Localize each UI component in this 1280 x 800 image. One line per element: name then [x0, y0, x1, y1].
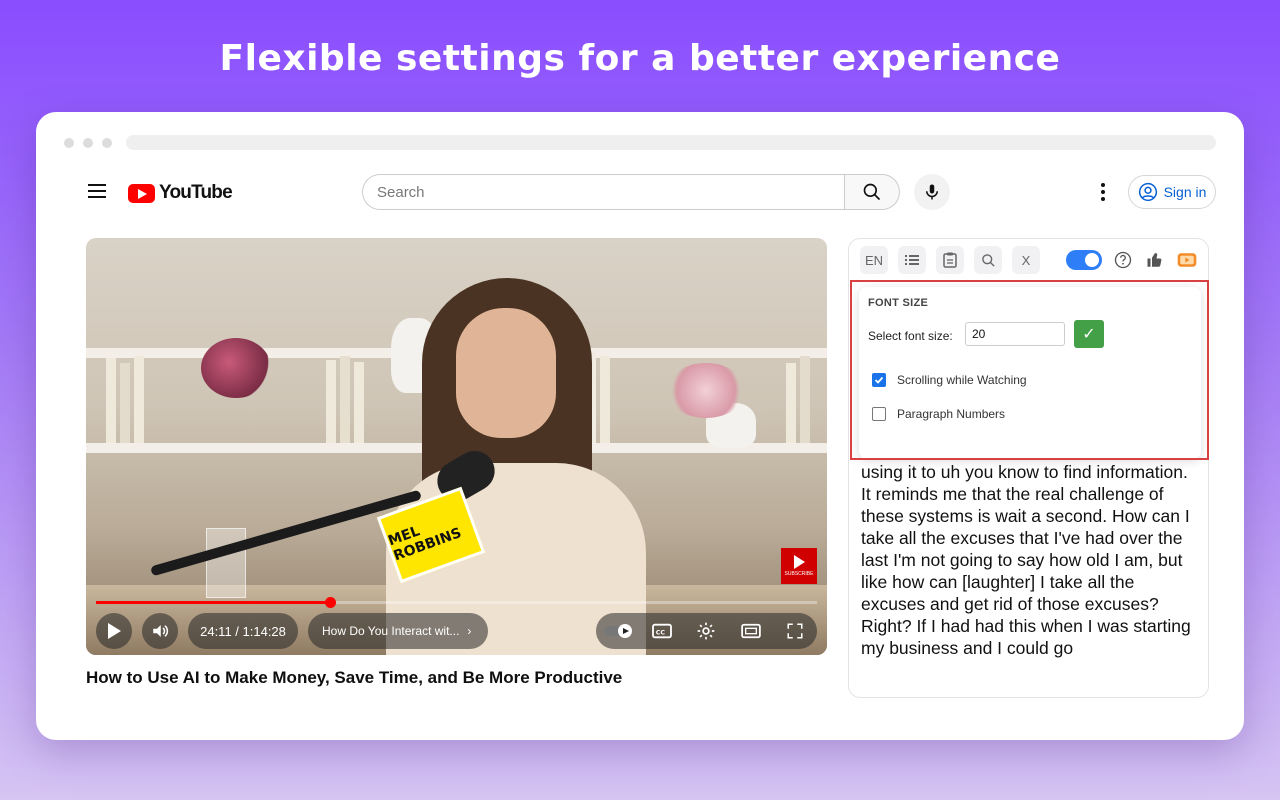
fullscreen-button[interactable]: [780, 616, 810, 646]
more-options-icon[interactable]: [1094, 180, 1112, 204]
play-icon: [108, 623, 121, 639]
search-bar: [362, 174, 900, 210]
list-icon: [905, 255, 919, 265]
captions-icon: CC: [652, 623, 673, 639]
account-icon: [1138, 182, 1157, 202]
book: [786, 363, 796, 443]
close-button[interactable]: X: [1012, 246, 1040, 274]
book: [800, 356, 810, 443]
menu-icon[interactable]: [88, 184, 106, 198]
microphone-arm: [150, 489, 422, 577]
scrolling-option[interactable]: Scrolling while Watching: [872, 373, 1027, 387]
theater-icon: [740, 623, 761, 639]
apply-font-button[interactable]: ✓: [1074, 320, 1104, 348]
browser-window: YouTube Sign in: [36, 112, 1244, 740]
volume-button[interactable]: [142, 613, 178, 649]
subscribe-watermark-button[interactable]: SUBSCRIBE: [781, 548, 817, 584]
help-button[interactable]: [1112, 249, 1134, 271]
settings-title: FONT SIZE: [868, 297, 929, 309]
font-settings-card: FONT SIZE Select font size: ✓ Scrolling …: [859, 287, 1201, 459]
water-glass: [206, 528, 246, 598]
search-icon: [863, 183, 881, 201]
play-button[interactable]: [96, 613, 132, 649]
gear-icon: [698, 622, 715, 640]
book: [326, 360, 336, 443]
like-button[interactable]: [1144, 249, 1166, 271]
autoplay-icon: [604, 624, 633, 638]
microphone-icon: [926, 184, 938, 200]
window-dot[interactable]: [83, 138, 93, 148]
time-display: 24:11 / 1:14:28: [188, 613, 298, 649]
player-controls: 24:11 / 1:14:28 How Do You Interact wit.…: [96, 613, 817, 649]
book: [354, 362, 364, 443]
flowers: [666, 363, 746, 418]
volume-icon: [153, 625, 169, 637]
video-player[interactable]: MEL ROBBINS SUBSCRIBE 24:11 / 1:14:28 Ho…: [86, 238, 827, 655]
flowers: [201, 338, 271, 398]
settings-button[interactable]: [691, 616, 721, 646]
captions-button[interactable]: CC: [647, 616, 677, 646]
subscribe-label: SUBSCRIBE: [784, 571, 814, 577]
list-button[interactable]: [898, 246, 926, 274]
scrolling-checkbox[interactable]: [872, 373, 886, 387]
autoplay-toggle[interactable]: [603, 616, 633, 646]
right-controls: CC: [596, 613, 817, 649]
window-dot[interactable]: [102, 138, 112, 148]
speaker: [386, 278, 646, 655]
clipboard-icon: [943, 252, 957, 268]
chevron-right-icon: ›: [467, 624, 472, 638]
window-controls: [64, 138, 112, 148]
play-icon: [793, 555, 805, 569]
font-size-label: Select font size:: [868, 329, 953, 343]
book: [106, 358, 116, 443]
paragraph-numbers-label: Paragraph Numbers: [897, 407, 1006, 421]
progress-fill: [96, 601, 331, 604]
font-size-input[interactable]: [965, 322, 1065, 346]
extension-toolbar: EN X: [849, 239, 1208, 281]
video-title[interactable]: How to Use AI to Make Money, Save Time, …: [86, 668, 622, 688]
search-transcript-button[interactable]: [974, 246, 1002, 274]
window-dot[interactable]: [64, 138, 74, 148]
promo-headline: Flexible settings for a better experienc…: [219, 38, 1061, 79]
book: [340, 356, 350, 443]
scrolling-label: Scrolling while Watching: [897, 373, 1027, 387]
checkmark-icon: [874, 376, 884, 384]
extension-brand-icon: [1177, 253, 1197, 267]
svg-text:CC: CC: [656, 630, 666, 637]
logo-text: YouTube: [159, 182, 233, 203]
youtube-play-icon: [128, 183, 155, 203]
search-button[interactable]: [844, 174, 900, 210]
thumbs-up-icon: [1147, 253, 1162, 267]
fullscreen-icon: [787, 623, 803, 639]
extension-logo-icon[interactable]: [1176, 249, 1198, 271]
book: [134, 356, 144, 443]
sign-in-button[interactable]: Sign in: [1128, 175, 1216, 209]
chapter-title: How Do You Interact wit...: [322, 624, 460, 638]
help-icon: [1114, 251, 1132, 269]
transcript-extension-panel: EN X FONT SIZE Select font size: 20 ✓ Sc…: [848, 238, 1209, 698]
language-button[interactable]: EN: [860, 246, 888, 274]
progress-bar[interactable]: [96, 597, 817, 608]
search-icon: [981, 253, 995, 267]
transcript-text: using it to uh you know to find informat…: [861, 462, 1191, 658]
copy-button[interactable]: [936, 246, 964, 274]
theater-mode-button[interactable]: [736, 616, 766, 646]
chapter-button[interactable]: How Do You Interact wit... ›: [308, 613, 488, 649]
sign-in-label: Sign in: [1163, 184, 1207, 200]
address-bar[interactable]: [126, 135, 1216, 150]
voice-search-button[interactable]: [914, 174, 950, 210]
paragraph-numbers-option[interactable]: Paragraph Numbers: [872, 407, 1005, 421]
extension-toggle[interactable]: [1066, 250, 1102, 270]
book: [120, 363, 130, 443]
paragraph-numbers-checkbox[interactable]: [872, 407, 886, 421]
youtube-logo[interactable]: YouTube: [128, 182, 233, 204]
search-input[interactable]: [362, 174, 844, 210]
